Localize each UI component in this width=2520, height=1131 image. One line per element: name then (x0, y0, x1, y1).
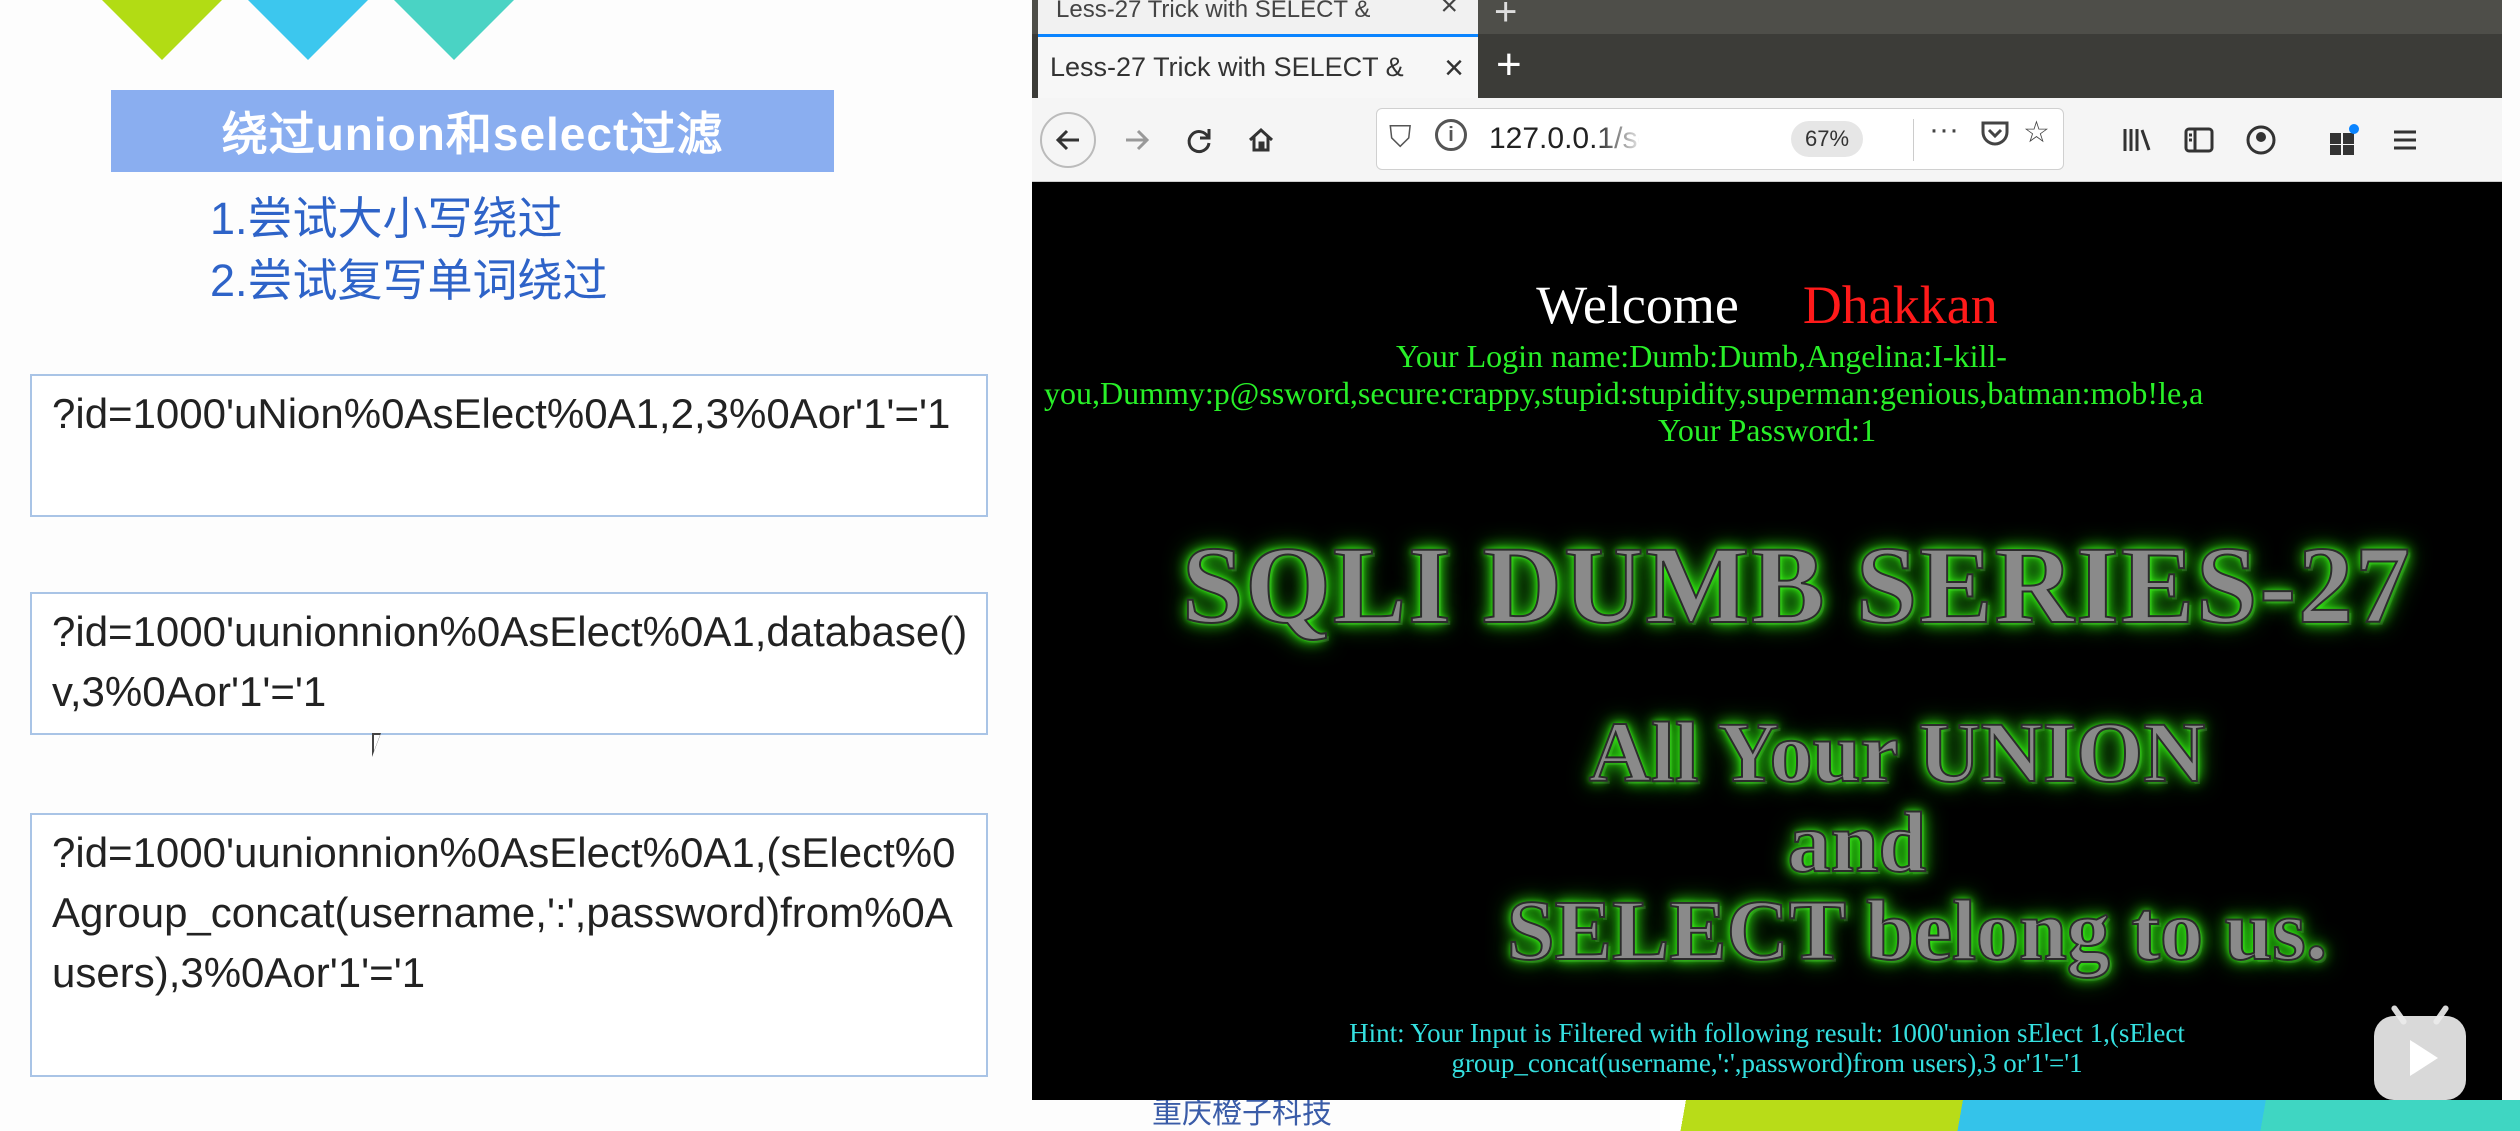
banner-line: SELECT belong to us. (1506, 881, 2329, 979)
payload-box: ?id=1000'uunionnion%0AsElect%0A1,databas… (30, 592, 988, 735)
decor-triangle-green (98, 0, 226, 60)
banner-title: SQLI DUMB SERIES-27 (1181, 523, 2412, 647)
decor-triangle-teal (390, 0, 518, 60)
extensions-icon[interactable] (2318, 112, 2368, 168)
welcome-text: Welcome (1536, 275, 1739, 335)
stale-tab-strip: Less-27 Trick with SELECT & × + (1032, 0, 2502, 34)
shield-icon[interactable]: ⛉ (1389, 121, 1412, 155)
plus-icon[interactable]: + (1494, 0, 1517, 35)
tip-item: 2.尝试复写单词绕过 (210, 255, 608, 306)
nav-toolbar: ⛉ i 127.0.0.1/sqlila 67% ··· ☆ (1032, 98, 2502, 182)
banner-line: and (1787, 793, 1928, 891)
slide-title: 绕过union和select过滤 (111, 90, 834, 172)
footer-color-band (1660, 1100, 2520, 1131)
tab-label: Less-27 Trick with SELECT & (1050, 52, 1404, 82)
back-icon[interactable] (1040, 112, 1096, 168)
bilibili-play-icon (2374, 1004, 2466, 1100)
menu-icon[interactable] (2380, 112, 2430, 168)
tip-item: 1.尝试大小写绕过 (210, 193, 563, 244)
account-icon[interactable] (2236, 112, 2286, 168)
hint-line: group_concat(username,':',password)from … (1451, 1048, 2083, 1078)
page-content: Welcome Dhakkan Your Login name:Dumb:Dumb… (1032, 182, 2502, 1100)
payload-box: ?id=1000'uNion%0AsElect%0A1,2,3%0Aor'1'=… (30, 374, 988, 517)
hint-text: Hint: Your Input is Filtered with follow… (1032, 1018, 2502, 1078)
login-line: Your Login name:Dumb:Dumb,Angelina:I-kil… (1396, 338, 2007, 374)
tab-bar: Less-27 Trick with SELECT & × + (1032, 34, 2502, 98)
close-icon[interactable]: × (1444, 49, 1464, 88)
user-name: Dhakkan (1802, 275, 1998, 335)
login-line: you,Dummy:p@ssword,secure:crappy,stupid:… (1044, 375, 2204, 411)
browser-window: Less-27 Trick with SELECT & × + Less-27 … (1032, 0, 2502, 1100)
sidebar-icon[interactable] (2174, 112, 2224, 168)
decor-triangle-blue (244, 0, 372, 60)
stale-tab[interactable]: Less-27 Trick with SELECT & × (1038, 0, 1478, 34)
zoom-badge[interactable]: 67% (1791, 121, 1864, 157)
play-triangle (2410, 1040, 2438, 1076)
login-info: Your Login name:Dumb:Dumb,Angelina:I-kil… (1036, 338, 2502, 412)
password-line: Your Password:1 (1657, 412, 1877, 448)
hint-line: Hint: Your Input is Filtered with follow… (1349, 1018, 2185, 1048)
tips-list: 1.尝试大小写绕过 2.尝试复写单词绕过 (210, 188, 608, 312)
divider (1913, 119, 1914, 161)
forward-icon[interactable] (1112, 112, 1162, 168)
bookmark-star-icon[interactable]: ☆ (2023, 115, 2050, 150)
home-icon[interactable] (1236, 112, 1286, 168)
new-tab-button[interactable]: + (1496, 40, 1522, 90)
stale-tab-label: Less-27 Trick with SELECT & (1056, 0, 1371, 23)
info-icon[interactable]: i (1435, 119, 1467, 151)
close-icon[interactable]: × (1440, 0, 1458, 21)
banner-line: All Your UNION (1588, 703, 2206, 801)
welcome-line: Welcome Dhakkan (1032, 274, 2502, 336)
address-bar[interactable]: ⛉ i 127.0.0.1/sqlila 67% ··· ☆ (1376, 108, 2064, 170)
pocket-icon[interactable] (1979, 117, 2011, 157)
library-icon[interactable] (2112, 112, 2162, 168)
mouse-cursor-icon (372, 733, 381, 757)
more-actions-icon[interactable]: ··· (1929, 113, 1959, 147)
reload-icon[interactable] (1174, 112, 1224, 168)
url-fade (1595, 117, 1645, 161)
payload-box: ?id=1000'uunionnion%0AsElect%0A1,(sElect… (30, 813, 988, 1077)
tab-active[interactable]: Less-27 Trick with SELECT & × (1038, 34, 1478, 98)
